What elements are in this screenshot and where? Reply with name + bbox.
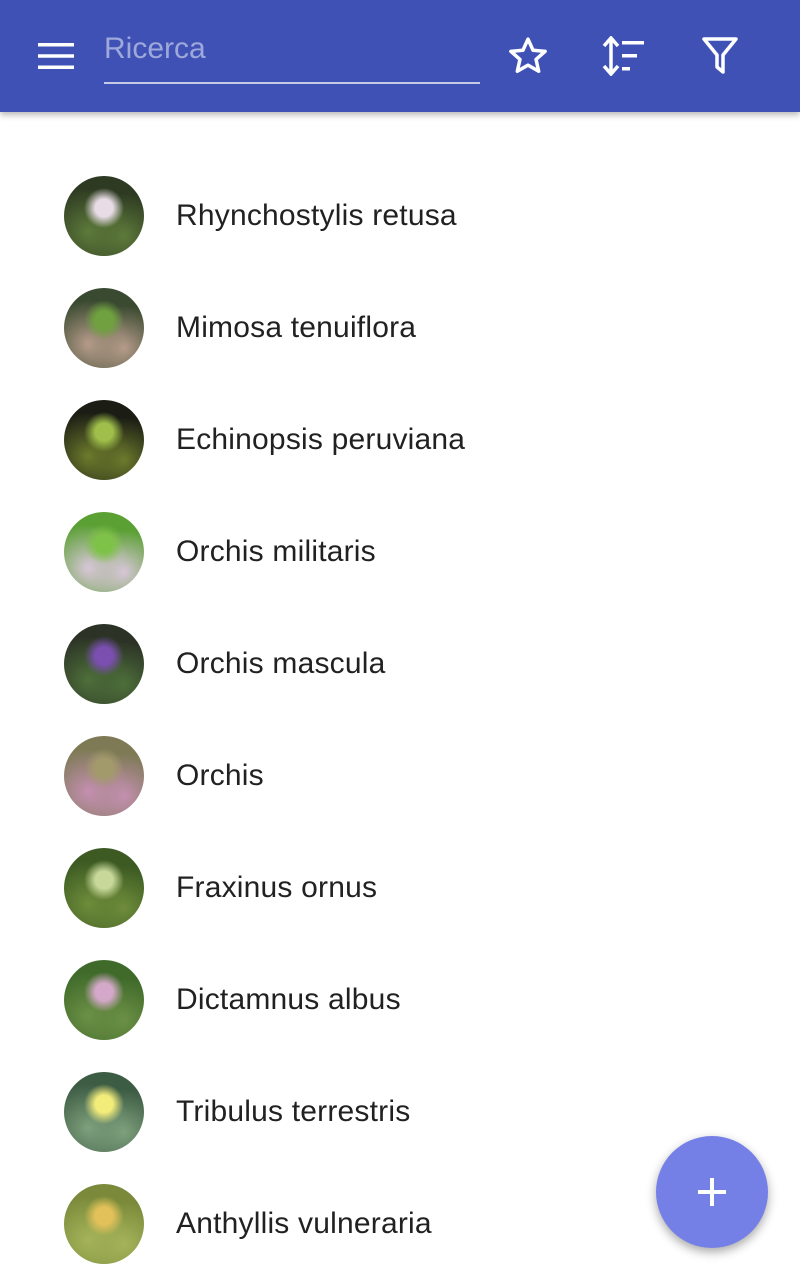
plus-icon [698, 1178, 726, 1206]
plant-thumbnail [64, 176, 144, 256]
plant-name: Dictamnus albus [176, 983, 401, 1016]
plant-name: Mimosa tenuiflora [176, 311, 417, 344]
plant-list: Rhynchostylis retusa Mimosa tenuiflora Ech… [0, 160, 800, 1280]
plant-name: Orchis militaris [176, 535, 376, 568]
list-item[interactable]: Mimosa tenuiflora [0, 272, 800, 384]
plant-thumbnail [64, 960, 144, 1040]
list-item[interactable]: Orchis militaris [0, 496, 800, 608]
list-item[interactable]: Orchis mascula [0, 608, 800, 720]
app-bar [0, 0, 800, 112]
plant-thumbnail [64, 1072, 144, 1152]
menu-button[interactable] [24, 24, 88, 88]
plant-thumbnail [64, 624, 144, 704]
plant-name: Orchis [176, 759, 264, 792]
list-item[interactable]: Fraxinus ornus [0, 832, 800, 944]
plant-thumbnail [64, 400, 144, 480]
search-field[interactable] [104, 24, 480, 84]
sort-button[interactable] [592, 24, 656, 88]
plant-thumbnail [64, 288, 144, 368]
plant-name: Tribulus terrestris [176, 1095, 411, 1128]
plant-name: Orchis mascula [176, 647, 386, 680]
plant-name: Fraxinus ornus [176, 871, 378, 904]
plant-name: Rhynchostylis retusa [176, 199, 457, 232]
filter-icon [702, 37, 738, 74]
filter-button[interactable] [688, 24, 752, 88]
list-item[interactable]: Rhynchostylis retusa [0, 160, 800, 272]
plant-thumbnail [64, 736, 144, 816]
star-outline-icon [509, 37, 547, 74]
list-item[interactable]: Dictamnus albus [0, 944, 800, 1056]
plant-thumbnail [64, 848, 144, 928]
list-item[interactable]: Echinopsis peruviana [0, 384, 800, 496]
sort-icon [602, 36, 644, 76]
list-item[interactable]: Orchis [0, 720, 800, 832]
menu-icon [38, 43, 74, 69]
search-input[interactable] [104, 24, 480, 74]
add-button[interactable] [656, 1136, 768, 1248]
plant-name: Anthyllis vulneraria [176, 1207, 432, 1240]
favorites-button[interactable] [496, 24, 560, 88]
plant-thumbnail [64, 1184, 144, 1264]
plant-thumbnail [64, 512, 144, 592]
plant-name: Echinopsis peruviana [176, 423, 466, 456]
